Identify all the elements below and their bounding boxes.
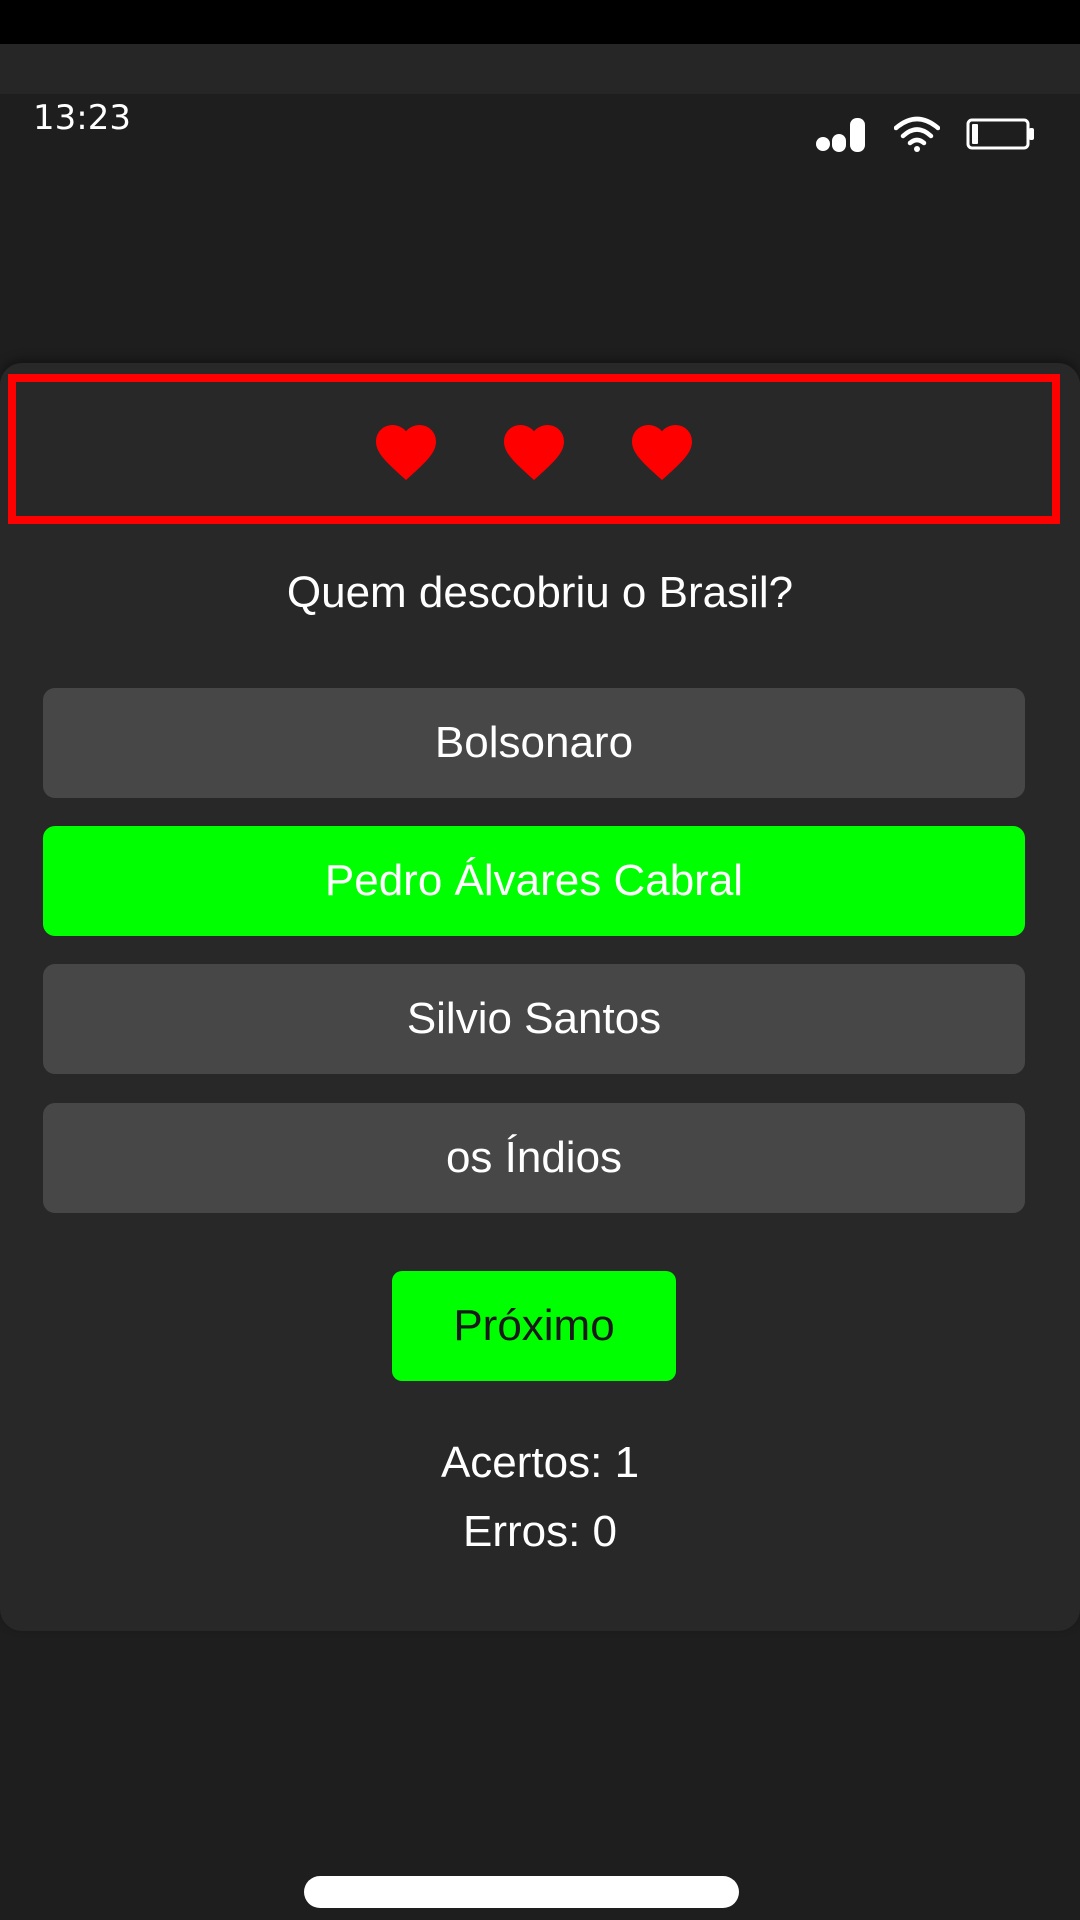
status-icons [816,116,1036,157]
status-bar: 13:23 [0,94,1080,174]
answer-option-2[interactable]: Pedro Álvares Cabral [43,826,1025,936]
next-button[interactable]: Próximo [392,1271,676,1381]
answer-option-3[interactable]: Silvio Santos [43,964,1025,1074]
lives-indicator [8,374,1060,524]
question-text: Quem descobriu o Brasil? [286,568,794,617]
heart-icon [369,416,443,482]
status-time: 13:23 [33,98,131,138]
top-system-bar [0,0,1080,44]
home-indicator[interactable] [304,1876,739,1908]
hits-count: Acertos: 1 [440,1438,640,1487]
answer-option-1[interactable]: Bolsonaro [43,688,1025,798]
top-band [0,44,1080,94]
errors-count: Erros: 0 [462,1507,618,1556]
quiz-card: Quem descobriu o Brasil? Bolsonaro Pedro… [0,363,1080,1631]
signal-icon [816,116,868,157]
heart-icon [497,416,571,482]
heart-icon [625,416,699,482]
answer-option-4[interactable]: os Índios [43,1103,1025,1213]
battery-icon [966,116,1036,157]
wifi-icon [893,116,941,157]
